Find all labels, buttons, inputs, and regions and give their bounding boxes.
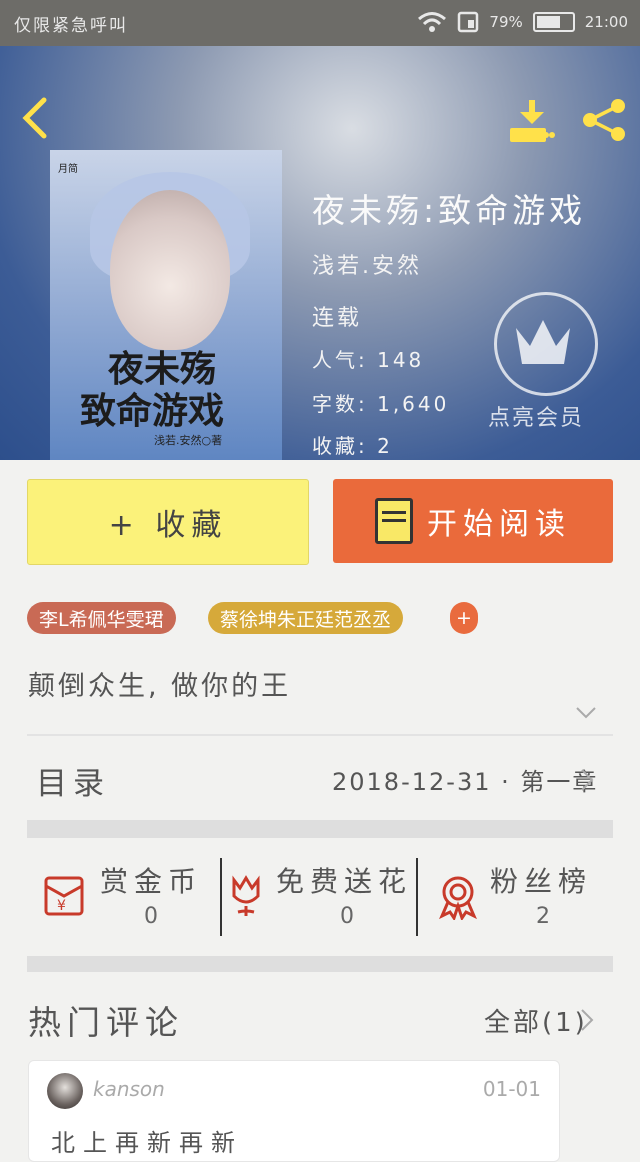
cover-author: 浅若.安然○著 — [154, 434, 223, 447]
reward-coins[interactable]: ¥ 赏金币 0 — [40, 860, 220, 938]
section-separator — [27, 956, 613, 972]
divider — [27, 734, 613, 736]
status-right: 79% 21:00 — [417, 11, 628, 33]
cover-tag: 月简 — [58, 164, 78, 175]
divider — [220, 858, 222, 936]
crown-icon[interactable] — [494, 292, 598, 396]
chevron-right-icon[interactable] — [580, 768, 594, 792]
book-popularity: 人气: 148 — [312, 348, 425, 372]
stat-label: 粉丝榜 — [490, 865, 593, 898]
cover-title-line2: 致命游戏 — [80, 390, 225, 432]
chevron-right-icon[interactable] — [580, 1008, 594, 1032]
battery-icon — [532, 12, 575, 32]
red-envelope-icon: ¥ — [44, 876, 84, 916]
svg-text:¥: ¥ — [57, 898, 66, 914]
wifi-icon — [418, 12, 447, 32]
stat-label: 赏金币 — [100, 865, 203, 898]
divider — [416, 858, 418, 936]
medal-icon — [439, 876, 477, 920]
chevron-down-icon[interactable] — [575, 706, 597, 720]
add-tag-button[interactable]: + — [450, 602, 478, 634]
book-cover[interactable]: 月简 夜未殇 致命游戏 浅若.安然○著 — [50, 150, 282, 460]
book-title: 夜未殇:致命游戏 — [312, 191, 587, 230]
stat-label: 免费送花 — [276, 865, 413, 898]
comment-user[interactable]: kanson — [93, 1077, 165, 1101]
vip-label[interactable]: 点亮会员 — [488, 400, 584, 432]
battery-percent: 79% — [489, 13, 523, 31]
comment-text: 北上再新再新 — [51, 1129, 243, 1157]
start-reading-button[interactable]: 开始阅读 — [333, 479, 613, 563]
comment-card[interactable]: kanson 01-01 北上再新再新 — [28, 1060, 560, 1162]
share-icon[interactable] — [580, 96, 628, 144]
favorite-label: + 收藏 — [108, 508, 228, 543]
sim-icon — [458, 11, 479, 33]
clock: 21:00 — [584, 13, 628, 31]
book-status: 连载 — [312, 306, 363, 331]
book-intro: 颠倒众生, 做你的王 — [28, 671, 292, 702]
book-author[interactable]: 浅若.安然 — [312, 248, 422, 280]
book-favorites: 收藏: 2 — [312, 434, 393, 458]
avatar[interactable] — [47, 1073, 83, 1109]
stat-value: 0 — [144, 904, 158, 929]
comments-title: 热门评论 — [28, 1003, 184, 1042]
stat-value: 0 — [340, 904, 354, 929]
toc-label[interactable]: 目录 — [36, 758, 110, 803]
fan-ranking[interactable]: 粉丝榜 2 — [436, 860, 616, 938]
download-icon[interactable] — [508, 98, 556, 144]
read-label: 开始阅读 — [427, 507, 571, 542]
comment-date: 01-01 — [482, 1077, 541, 1101]
chevron-left-icon[interactable] — [18, 96, 50, 151]
section-separator — [27, 820, 613, 838]
free-flowers[interactable]: 免费送花 0 — [226, 860, 416, 938]
tag-chip[interactable]: 蔡徐坤朱正廷范丞丞 — [208, 602, 404, 634]
all-comments-link[interactable]: 全部(1) — [484, 1002, 588, 1039]
favorite-button[interactable]: + 收藏 — [27, 479, 309, 565]
book-word-count: 字数: 1,640 — [312, 392, 450, 416]
status-bar: 仅限紧急呼叫 79% 21:00 — [0, 0, 640, 46]
toc-latest-chapter[interactable]: 2018-12-31 · 第一章 — [332, 762, 598, 797]
book-icon — [375, 498, 413, 544]
tag-chip[interactable]: 李L希佩华雯珺 — [27, 602, 176, 634]
stat-value: 2 — [536, 904, 550, 929]
carrier-text: 仅限紧急呼叫 — [14, 16, 128, 36]
flower-icon — [232, 875, 260, 916]
